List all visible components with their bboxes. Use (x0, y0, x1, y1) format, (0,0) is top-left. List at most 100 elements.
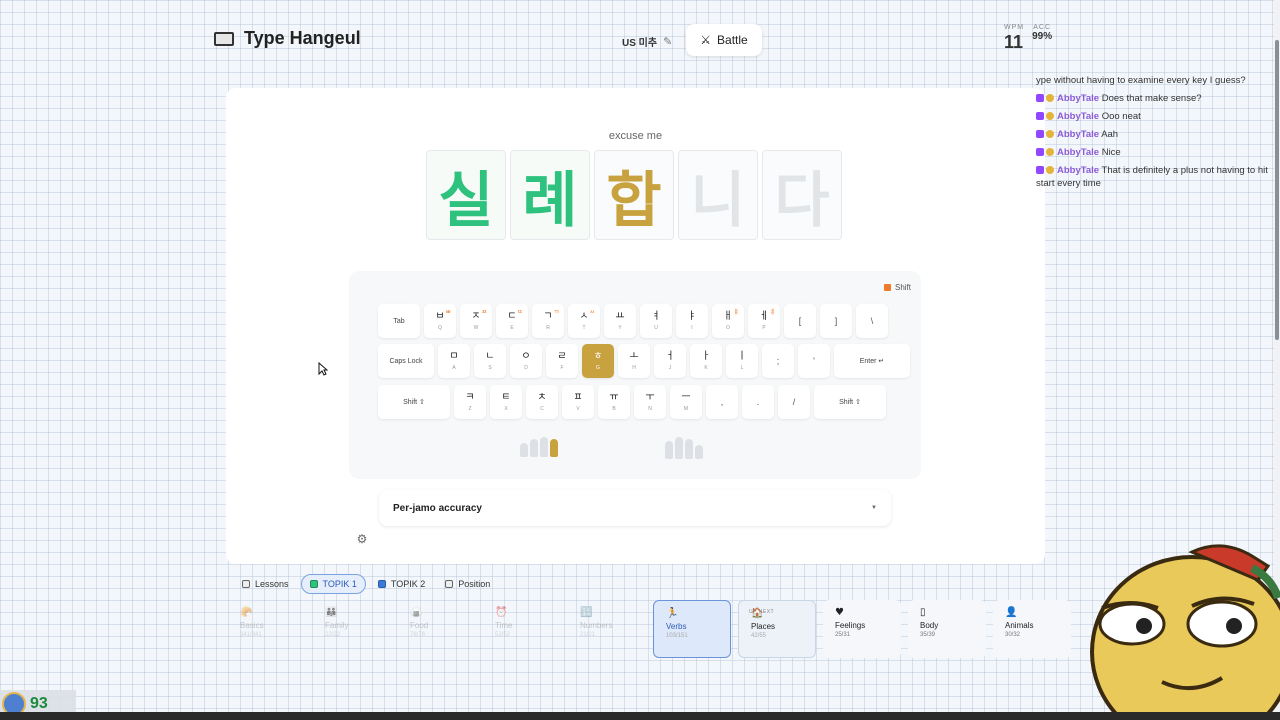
key-h[interactable]: ㅗH (618, 344, 650, 378)
keyboard-layout-selector[interactable]: US 미추 ✎ (612, 30, 682, 52)
app-logo[interactable]: Type Hangeul (214, 28, 361, 49)
key-jamo: ㄱ (543, 310, 553, 322)
category-animals[interactable]: 👤 Animals 30/32 (993, 600, 1071, 658)
key-o[interactable]: ㅐO ㅒ (712, 304, 744, 338)
key-shifted-jamo: ㅃ (445, 309, 451, 316)
category-name: Numbers (580, 621, 613, 630)
key-caps-lock[interactable]: Caps Lock (378, 344, 434, 378)
shift-color-swatch (883, 284, 891, 291)
key-a[interactable]: ㅁA (438, 344, 470, 378)
category-name: Basics (240, 621, 264, 630)
key-symbol[interactable]: ' (798, 344, 830, 378)
body-icon: ▯ (920, 607, 926, 618)
key-latin: Z (468, 405, 472, 412)
chat-text: Aah (1101, 129, 1119, 140)
gear-icon[interactable]: ⚙ (352, 529, 372, 549)
key-tab[interactable]: Tab (378, 304, 420, 338)
accuracy-stat: ACC 99% (1032, 24, 1052, 53)
syllable-pending: 다 (762, 150, 842, 240)
key-p[interactable]: ㅔP ㅖ (748, 304, 780, 338)
scrollbar-thumb[interactable] (1275, 40, 1279, 340)
key-jamo: ㅏ (701, 350, 711, 362)
key-symbol[interactable]: ] (820, 304, 852, 338)
category-time[interactable]: ⏰ Time 52/52 (483, 600, 561, 658)
key-jamo: ㄴ (485, 350, 495, 362)
acc-value: 99% (1032, 31, 1053, 42)
key-n[interactable]: ㅜN (634, 385, 666, 419)
key-m[interactable]: ㅡM (670, 385, 702, 419)
tab-topik-2[interactable]: TOPIK 2 (370, 574, 433, 594)
wpm-label: WPM (1004, 24, 1025, 31)
category-numbers[interactable]: 🔢 Numbers 21/21 (568, 600, 646, 658)
key-symbol-label: ' (813, 356, 815, 366)
key-shift[interactable]: Shift ⇧ (814, 385, 886, 419)
category-family[interactable]: 👪 Family 22/22 (313, 600, 391, 658)
key-e[interactable]: ㄷE ㄸ (496, 304, 528, 338)
tab-label: Position (458, 579, 491, 589)
key-symbol[interactable]: . (742, 385, 774, 419)
category-count: 341/341 (240, 632, 262, 638)
key-latin: V (576, 405, 580, 412)
battle-label: Battle (717, 33, 748, 47)
key-latin: T (582, 324, 586, 331)
category-feelings[interactable]: ♥ Feelings 25/31 (823, 600, 901, 658)
key-d[interactable]: ㅇD (510, 344, 542, 378)
chat-message: AbbyTale Nice (1036, 146, 1280, 159)
per-jamo-accuracy-dropdown[interactable]: Per-jamo accuracy ▼ (379, 490, 891, 526)
category-verbs[interactable]: 🏃 Verbs 103/151 (653, 600, 731, 658)
category-places[interactable]: UP NEXT 🏠 Places 42/55 (738, 600, 816, 658)
category-name: Feelings (835, 621, 866, 630)
tab-topik-1[interactable]: TOPIK 1 (300, 574, 366, 594)
twitch-badge-icon (1036, 166, 1044, 175)
key-i[interactable]: ㅑI (676, 304, 708, 338)
category-body[interactable]: ▯ Body 35/39 (908, 600, 986, 658)
chat-message: AbbyTale Does that make sense? (1036, 92, 1280, 105)
category-count: 52/52 (495, 632, 511, 638)
key-jamo: ㅜ (645, 391, 655, 403)
left-ring (530, 439, 538, 457)
syllable-pending: 니 (678, 150, 758, 240)
key-latin: A (452, 364, 456, 371)
key-j[interactable]: ㅓJ (654, 344, 686, 378)
key-z[interactable]: ㅋZ (454, 385, 486, 419)
key-latin: B (612, 405, 616, 412)
battle-button[interactable]: ⚔ Battle (686, 24, 762, 56)
key-y[interactable]: ㅛY (604, 304, 636, 338)
key-u[interactable]: ㅕU (640, 304, 672, 338)
key-jamo: ㅔ (759, 310, 769, 322)
key-symbol[interactable]: / (778, 385, 810, 419)
key-q[interactable]: ㅂQ ㅃ (424, 304, 456, 338)
key-x[interactable]: ㅌX (490, 385, 522, 419)
category-food[interactable]: 🍙 Food 76/76 (398, 600, 476, 658)
wpm-stat: WPM 11 (1004, 24, 1024, 53)
key-jamo: ㅗ (629, 350, 639, 362)
topik2-icon (377, 580, 386, 588)
tab-position[interactable]: Position (437, 574, 498, 594)
key-symbol[interactable]: , (706, 385, 738, 419)
key-latin: F (560, 364, 564, 371)
key-symbol[interactable]: \ (856, 304, 888, 338)
key-w[interactable]: ㅈW ㅉ (460, 304, 492, 338)
key-r[interactable]: ㄱR ㄲ (532, 304, 564, 338)
category-list: 🥐 Basics 341/341 👪 Family 22/22 🍙 Food 76/76 ⏰ Tim… (228, 600, 1071, 658)
key-c[interactable]: ㅊC (526, 385, 558, 419)
key-v[interactable]: ㅍV (562, 385, 594, 419)
key-latin: M (683, 405, 689, 412)
key-symbol[interactable]: ; (762, 344, 794, 378)
tab-lessons[interactable]: Lessons (234, 574, 297, 594)
potato-mascot-icon (1090, 544, 1280, 720)
key-b[interactable]: ㅠB (598, 385, 630, 419)
key-l[interactable]: ㅣL (726, 344, 758, 378)
category-basics[interactable]: 🥐 Basics 341/341 (228, 600, 306, 658)
key-t[interactable]: ㅅT ㅆ (568, 304, 600, 338)
key-shift[interactable]: Shift ⇧ (378, 385, 450, 419)
mouse-cursor-icon (318, 362, 328, 376)
key-s[interactable]: ㄴS (474, 344, 506, 378)
key-f[interactable]: ㄹF (546, 344, 578, 378)
sub-badge-icon (1046, 166, 1054, 175)
key-k[interactable]: ㅏK (690, 344, 722, 378)
key-symbol[interactable]: [ (784, 304, 816, 338)
key-enter[interactable]: Enter ↵ (834, 344, 910, 378)
key-g[interactable]: ㅎG (582, 344, 614, 378)
key-latin: N (648, 405, 652, 412)
